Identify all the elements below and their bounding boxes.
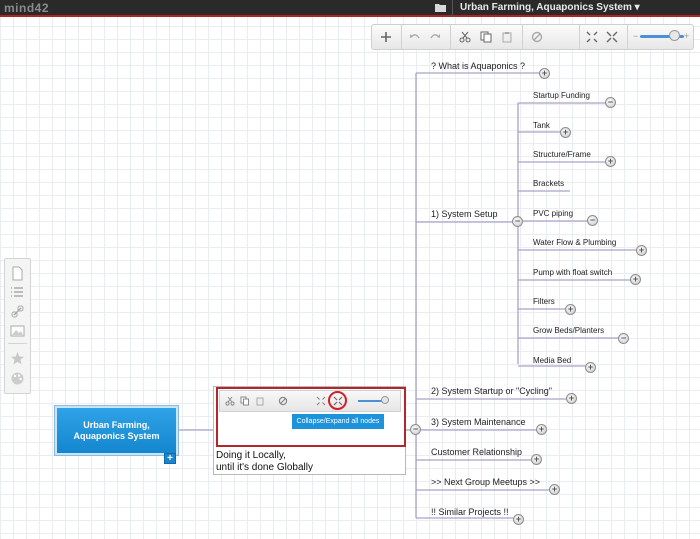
node-next-group-meetups[interactable]: >> Next Group Meetups >>	[431, 477, 540, 487]
expand-icon[interactable]: +	[636, 245, 647, 256]
root-node[interactable]: Urban Farming, Aquaponics System	[55, 406, 178, 455]
expand-icon[interactable]: +	[630, 274, 641, 285]
collapse-icon[interactable]: −	[410, 424, 421, 435]
collapse-icon[interactable]: −	[587, 215, 598, 226]
expand-icon[interactable]: +	[536, 424, 547, 435]
collapse-icon[interactable]: −	[512, 216, 523, 227]
collapse-icon[interactable]: −	[618, 333, 629, 344]
subnode-pvc-piping[interactable]: PVC piping	[533, 209, 573, 218]
expand-icon[interactable]: +	[605, 156, 616, 167]
expand-icon[interactable]: +	[565, 304, 576, 315]
expand-icon[interactable]: +	[549, 484, 560, 495]
root-node-line2: Aquaponics System	[73, 430, 160, 441]
subnode-water-flow-plumbing[interactable]: Water Flow & Plumbing	[533, 238, 616, 247]
note-text: Doing it Locally, until it's done Global…	[216, 450, 404, 474]
subnode-structure-frame[interactable]: Structure/Frame	[533, 150, 591, 159]
add-node-button[interactable]: +	[164, 453, 176, 464]
subnode-tank[interactable]: Tank	[533, 121, 550, 130]
node-system-maintenance[interactable]: 3) System Maintenance	[431, 417, 526, 427]
note-line2: until it's done Globally	[216, 462, 313, 473]
node-system-startup[interactable]: 2) System Startup or "Cycling"	[431, 386, 552, 396]
highlight-box	[216, 387, 406, 447]
root-node-line1: Urban Farming,	[83, 419, 150, 430]
node-customer-relationship[interactable]: Customer Relationship	[431, 447, 522, 457]
subnode-pump-float-switch[interactable]: Pump with float switch	[533, 268, 612, 277]
expand-icon[interactable]: +	[566, 393, 577, 404]
node-similar-projects[interactable]: !! Similar Projects !!	[431, 507, 509, 517]
expand-icon[interactable]: +	[560, 127, 571, 138]
expand-icon[interactable]: +	[513, 514, 524, 525]
collapse-icon[interactable]: −	[605, 97, 616, 108]
expand-icon[interactable]: +	[585, 362, 596, 373]
subnode-brackets[interactable]: Brackets	[533, 179, 564, 188]
expand-icon[interactable]: +	[539, 68, 550, 79]
subnode-media-bed[interactable]: Media Bed	[533, 356, 571, 365]
subnode-startup-funding[interactable]: Startup Funding	[533, 91, 590, 100]
subnode-filters[interactable]: Filters	[533, 297, 555, 306]
subnode-grow-beds-planters[interactable]: Grow Beds/Planters	[533, 326, 604, 335]
expand-icon[interactable]: +	[531, 454, 542, 465]
node-what-is-aquaponics[interactable]: ? What is Aquaponics ?	[431, 61, 525, 71]
note-line1: Doing it Locally,	[216, 450, 286, 461]
node-system-setup[interactable]: 1) System Setup	[431, 209, 498, 219]
